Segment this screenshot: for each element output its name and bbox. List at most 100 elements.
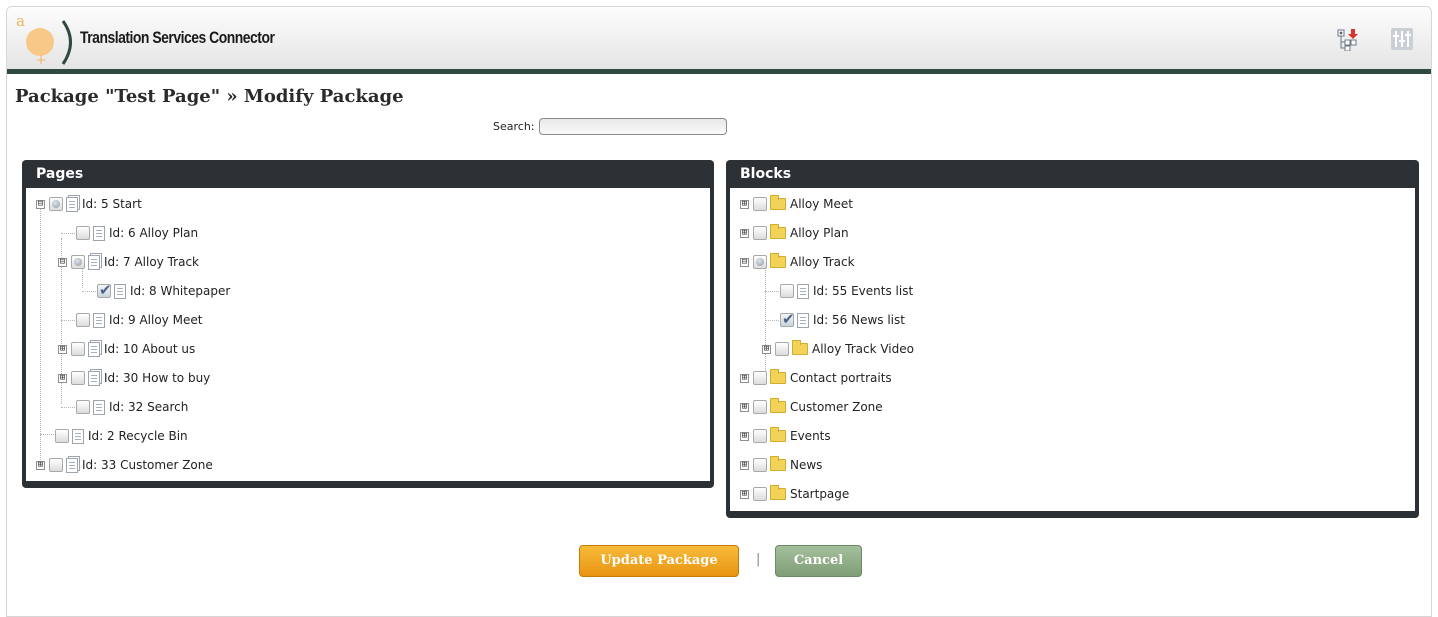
collapse-icon[interactable]: ⊟ bbox=[58, 257, 67, 267]
checked-checkbox[interactable] bbox=[780, 310, 795, 328]
page-title: Package "Test Page" » Modify Package bbox=[15, 86, 404, 107]
partial-checkbox[interactable] bbox=[71, 255, 85, 269]
svg-text:a: a bbox=[16, 12, 25, 30]
expand-icon[interactable]: ⊞ bbox=[740, 489, 749, 499]
checkbox[interactable] bbox=[55, 429, 69, 443]
page-icon bbox=[114, 283, 126, 299]
page-icon bbox=[72, 428, 84, 444]
expand-icon[interactable]: ⊞ bbox=[58, 373, 67, 383]
tree-node-label[interactable]: Id: 30 How to buy bbox=[104, 371, 210, 385]
expand-icon[interactable]: ⊞ bbox=[740, 199, 749, 209]
checkbox[interactable] bbox=[71, 342, 85, 356]
tree-node-label[interactable]: Id: 56 News list bbox=[813, 313, 905, 327]
multi-page-icon bbox=[88, 254, 100, 270]
tree-node-label[interactable]: Id: 55 Events list bbox=[813, 284, 913, 298]
expand-icon[interactable]: ⊞ bbox=[740, 402, 749, 412]
tree-node-alloy-plan-folder[interactable]: ⊞ Alloy Plan bbox=[730, 219, 1415, 248]
checkbox[interactable] bbox=[753, 458, 767, 472]
tree-node-label[interactable]: Id: 8 Whitepaper bbox=[130, 284, 230, 298]
button-separator: | bbox=[756, 552, 761, 567]
tree-node-label[interactable]: Id: 9 Alloy Meet bbox=[109, 313, 202, 327]
tree-node-news-folder[interactable]: ⊞ News bbox=[730, 451, 1415, 480]
folder-icon bbox=[770, 195, 786, 210]
checkbox[interactable] bbox=[775, 342, 789, 356]
tree-node-alloy-track-folder[interactable]: ⊟ Alloy Track bbox=[730, 248, 1415, 277]
tree-node-label[interactable]: Id: 5 Start bbox=[82, 197, 142, 211]
tree-node-events-folder[interactable]: ⊞ Events bbox=[730, 422, 1415, 451]
expand-icon[interactable]: ⊞ bbox=[740, 373, 749, 383]
app-logo-icon: a bbox=[16, 12, 72, 65]
tree-node-label[interactable]: Events bbox=[790, 429, 831, 443]
tree-node-label[interactable]: News bbox=[790, 458, 822, 472]
tree-node-startpage-folder[interactable]: ⊞ Startpage bbox=[730, 480, 1415, 509]
checkbox[interactable] bbox=[753, 487, 767, 501]
expand-icon[interactable]: ⊞ bbox=[36, 460, 45, 470]
tree-node-alloy-meet[interactable]: Id: 9 Alloy Meet bbox=[26, 306, 710, 335]
tree-node-label[interactable]: Id: 33 Customer Zone bbox=[82, 458, 213, 472]
checkbox[interactable] bbox=[76, 313, 90, 327]
app-title: Translation Services Connector bbox=[80, 28, 275, 47]
tree-node-start[interactable]: ⊟ Id: 5 Start bbox=[26, 190, 710, 219]
partial-checkbox[interactable] bbox=[753, 255, 767, 269]
checkbox[interactable] bbox=[780, 284, 794, 298]
checkbox[interactable] bbox=[753, 429, 767, 443]
expand-icon[interactable]: ⊞ bbox=[740, 431, 749, 441]
update-package-button[interactable]: Update Package bbox=[579, 545, 739, 577]
folder-icon bbox=[792, 340, 808, 355]
checkbox[interactable] bbox=[76, 400, 90, 414]
tree-node-events-list[interactable]: Id: 55 Events list bbox=[730, 277, 1415, 306]
search-input[interactable] bbox=[538, 117, 727, 135]
checkbox[interactable] bbox=[753, 226, 767, 240]
tree-node-customer-zone[interactable]: ⊞ Id: 33 Customer Zone bbox=[26, 451, 710, 480]
checkbox[interactable] bbox=[49, 458, 63, 472]
tree-node-label[interactable]: Alloy Track Video bbox=[812, 342, 914, 356]
tree-node-label[interactable]: Alloy Track bbox=[790, 255, 855, 269]
blocks-panel-title: Blocks bbox=[740, 166, 792, 182]
tree-node-label[interactable]: Id: 6 Alloy Plan bbox=[109, 226, 198, 240]
cancel-button[interactable]: Cancel bbox=[775, 545, 862, 577]
app-header: a Translation Services Connector bbox=[7, 7, 1431, 71]
checked-checkbox[interactable] bbox=[97, 281, 112, 299]
tree-node-label[interactable]: Id: 10 About us bbox=[104, 342, 195, 356]
checkbox[interactable] bbox=[753, 371, 767, 385]
tree-node-label[interactable]: Contact portraits bbox=[790, 371, 892, 385]
expand-icon[interactable]: ⊞ bbox=[762, 344, 771, 354]
collapse-icon[interactable]: ⊟ bbox=[740, 257, 749, 267]
tree-node-label[interactable]: Alloy Plan bbox=[790, 226, 849, 240]
folder-icon bbox=[770, 253, 786, 268]
expand-icon[interactable]: ⊞ bbox=[740, 228, 749, 238]
folder-icon bbox=[770, 427, 786, 442]
folder-icon bbox=[770, 398, 786, 413]
expand-icon[interactable]: ⊞ bbox=[740, 460, 749, 470]
tree-node-label[interactable]: Id: 32 Search bbox=[109, 400, 188, 414]
tree-node-about-us[interactable]: ⊞ Id: 10 About us bbox=[26, 335, 710, 364]
tree-node-contact-portraits[interactable]: ⊞ Contact portraits bbox=[730, 364, 1415, 393]
tree-node-recycle-bin[interactable]: Id: 2 Recycle Bin bbox=[26, 422, 710, 451]
checkbox[interactable] bbox=[753, 197, 767, 211]
tree-node-alloy-track[interactable]: ⊟ Id: 7 Alloy Track bbox=[26, 248, 710, 277]
folder-icon bbox=[770, 456, 786, 471]
tree-node-alloy-track-video[interactable]: ⊞ Alloy Track Video bbox=[730, 335, 1415, 364]
tree-node-search[interactable]: Id: 32 Search bbox=[26, 393, 710, 422]
tree-node-label[interactable]: Id: 7 Alloy Track bbox=[104, 255, 199, 269]
page-icon bbox=[797, 312, 809, 328]
tree-node-customer-zone-folder[interactable]: ⊞ Customer Zone bbox=[730, 393, 1415, 422]
tree-node-label[interactable]: Startpage bbox=[790, 487, 849, 501]
tree-node-label[interactable]: Alloy Meet bbox=[790, 197, 853, 211]
tree-node-news-list[interactable]: Id: 56 News list bbox=[730, 306, 1415, 335]
tree-node-alloy-plan[interactable]: Id: 6 Alloy Plan bbox=[26, 219, 710, 248]
settings-sliders-icon[interactable] bbox=[1390, 27, 1414, 51]
checkbox[interactable] bbox=[71, 371, 85, 385]
collapse-icon[interactable]: ⊟ bbox=[36, 199, 45, 209]
checkbox[interactable] bbox=[753, 400, 767, 414]
checkbox[interactable] bbox=[76, 226, 90, 240]
tree-download-icon[interactable] bbox=[1335, 27, 1359, 51]
tree-node-alloy-meet-folder[interactable]: ⊞ Alloy Meet bbox=[730, 190, 1415, 219]
page-icon bbox=[797, 283, 809, 299]
tree-node-how-to-buy[interactable]: ⊞ Id: 30 How to buy bbox=[26, 364, 710, 393]
partial-checkbox[interactable] bbox=[49, 197, 63, 211]
expand-icon[interactable]: ⊞ bbox=[58, 344, 67, 354]
tree-node-label[interactable]: Customer Zone bbox=[790, 400, 883, 414]
tree-node-whitepaper[interactable]: Id: 8 Whitepaper bbox=[26, 277, 710, 306]
tree-node-label[interactable]: Id: 2 Recycle Bin bbox=[88, 429, 188, 443]
